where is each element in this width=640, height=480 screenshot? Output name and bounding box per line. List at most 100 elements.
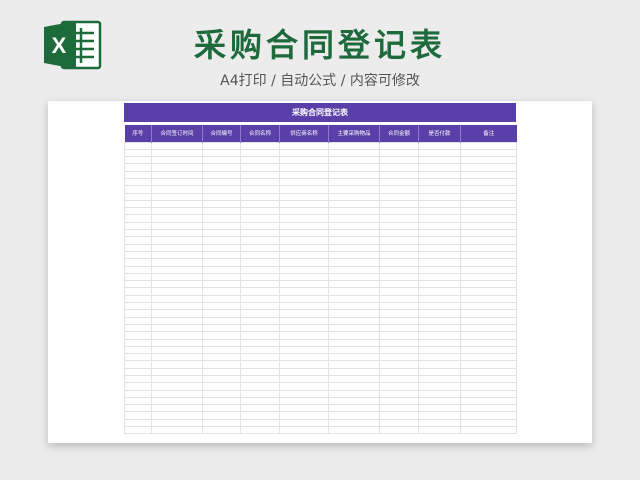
table-cell[interactable] bbox=[460, 185, 517, 194]
table-cell[interactable] bbox=[279, 272, 329, 282]
table-cell[interactable] bbox=[328, 302, 380, 311]
table-cell[interactable] bbox=[328, 309, 380, 318]
table-cell[interactable] bbox=[328, 236, 380, 245]
table-cell[interactable] bbox=[379, 382, 419, 391]
table-cell[interactable] bbox=[124, 411, 152, 420]
table-cell[interactable] bbox=[202, 316, 241, 325]
table-cell[interactable] bbox=[379, 426, 419, 435]
table-cell[interactable] bbox=[279, 163, 329, 172]
table-cell[interactable] bbox=[151, 382, 203, 391]
table-cell[interactable] bbox=[328, 163, 380, 172]
table-cell[interactable] bbox=[379, 236, 419, 245]
table-cell[interactable] bbox=[151, 367, 203, 377]
table-cell[interactable] bbox=[240, 280, 280, 289]
table-cell[interactable] bbox=[418, 323, 461, 333]
table-cell[interactable] bbox=[379, 309, 419, 318]
table-cell[interactable] bbox=[202, 309, 241, 318]
table-cell[interactable] bbox=[379, 280, 419, 289]
table-cell[interactable] bbox=[418, 374, 461, 384]
table-cell[interactable] bbox=[202, 272, 241, 282]
table-cell[interactable] bbox=[379, 148, 419, 158]
table-cell[interactable] bbox=[418, 280, 461, 289]
table-cell[interactable] bbox=[124, 221, 152, 231]
table-cell[interactable] bbox=[418, 192, 461, 201]
table-cell[interactable] bbox=[240, 177, 280, 187]
table-cell[interactable] bbox=[328, 229, 380, 238]
table-cell[interactable] bbox=[202, 418, 241, 428]
table-cell[interactable] bbox=[124, 426, 152, 435]
table-cell[interactable] bbox=[124, 338, 152, 347]
table-cell[interactable] bbox=[279, 316, 329, 325]
table-cell[interactable] bbox=[202, 323, 241, 333]
table-cell[interactable] bbox=[418, 411, 461, 420]
table-cell[interactable] bbox=[379, 404, 419, 413]
table-cell[interactable] bbox=[460, 418, 517, 428]
table-cell[interactable] bbox=[279, 177, 329, 187]
table-cell[interactable] bbox=[202, 367, 241, 377]
table-cell[interactable] bbox=[379, 345, 419, 355]
table-cell[interactable] bbox=[460, 236, 517, 245]
table-cell[interactable] bbox=[240, 426, 280, 435]
table-cell[interactable] bbox=[202, 185, 241, 194]
table-cell[interactable] bbox=[460, 229, 517, 238]
table-cell[interactable] bbox=[124, 294, 152, 304]
table-cell[interactable] bbox=[124, 243, 152, 252]
table-cell[interactable] bbox=[328, 170, 380, 180]
table-cell[interactable] bbox=[328, 374, 380, 384]
table-cell[interactable] bbox=[460, 280, 517, 289]
table-cell[interactable] bbox=[460, 148, 517, 158]
table-cell[interactable] bbox=[418, 418, 461, 428]
table-cell[interactable] bbox=[460, 345, 517, 355]
table-cell[interactable] bbox=[151, 156, 203, 165]
table-cell[interactable] bbox=[151, 396, 203, 406]
table-cell[interactable] bbox=[124, 163, 152, 172]
table-cell[interactable] bbox=[124, 345, 152, 355]
table-cell[interactable] bbox=[151, 331, 203, 340]
table-cell[interactable] bbox=[202, 404, 241, 413]
table-cell[interactable] bbox=[460, 323, 517, 333]
table-cell[interactable] bbox=[240, 404, 280, 413]
table-cell[interactable] bbox=[151, 265, 203, 274]
table-cell[interactable] bbox=[279, 280, 329, 289]
table-cell[interactable] bbox=[328, 156, 380, 165]
table-cell[interactable] bbox=[240, 207, 280, 216]
table-cell[interactable] bbox=[151, 243, 203, 252]
table-cell[interactable] bbox=[124, 229, 152, 238]
table-cell[interactable] bbox=[418, 163, 461, 172]
table-cell[interactable] bbox=[379, 170, 419, 180]
table-cell[interactable] bbox=[328, 418, 380, 428]
table-cell[interactable] bbox=[124, 250, 152, 260]
table-cell[interactable] bbox=[124, 207, 152, 216]
table-cell[interactable] bbox=[418, 302, 461, 311]
table-cell[interactable] bbox=[240, 258, 280, 267]
table-cell[interactable] bbox=[279, 258, 329, 267]
table-cell[interactable] bbox=[124, 185, 152, 194]
table-cell[interactable] bbox=[418, 316, 461, 325]
table-cell[interactable] bbox=[124, 404, 152, 413]
table-cell[interactable] bbox=[328, 258, 380, 267]
table-cell[interactable] bbox=[328, 287, 380, 296]
table-cell[interactable] bbox=[151, 163, 203, 172]
table-cell[interactable] bbox=[240, 243, 280, 252]
table-cell[interactable] bbox=[240, 396, 280, 406]
table-cell[interactable] bbox=[379, 265, 419, 274]
table-cell[interactable] bbox=[279, 331, 329, 340]
table-cell[interactable] bbox=[202, 411, 241, 420]
table-cell[interactable] bbox=[418, 360, 461, 369]
table-cell[interactable] bbox=[418, 250, 461, 260]
table-cell[interactable] bbox=[202, 141, 241, 150]
table-cell[interactable] bbox=[202, 156, 241, 165]
table-cell[interactable] bbox=[240, 353, 280, 362]
table-cell[interactable] bbox=[151, 287, 203, 296]
table-cell[interactable] bbox=[279, 265, 329, 274]
table-cell[interactable] bbox=[418, 404, 461, 413]
table-cell[interactable] bbox=[328, 426, 380, 435]
table-cell[interactable] bbox=[460, 389, 517, 398]
table-cell[interactable] bbox=[418, 243, 461, 252]
table-cell[interactable] bbox=[279, 236, 329, 245]
table-cell[interactable] bbox=[240, 192, 280, 201]
table-cell[interactable] bbox=[279, 338, 329, 347]
table-cell[interactable] bbox=[240, 345, 280, 355]
table-cell[interactable] bbox=[418, 367, 461, 377]
table-cell[interactable] bbox=[240, 199, 280, 209]
